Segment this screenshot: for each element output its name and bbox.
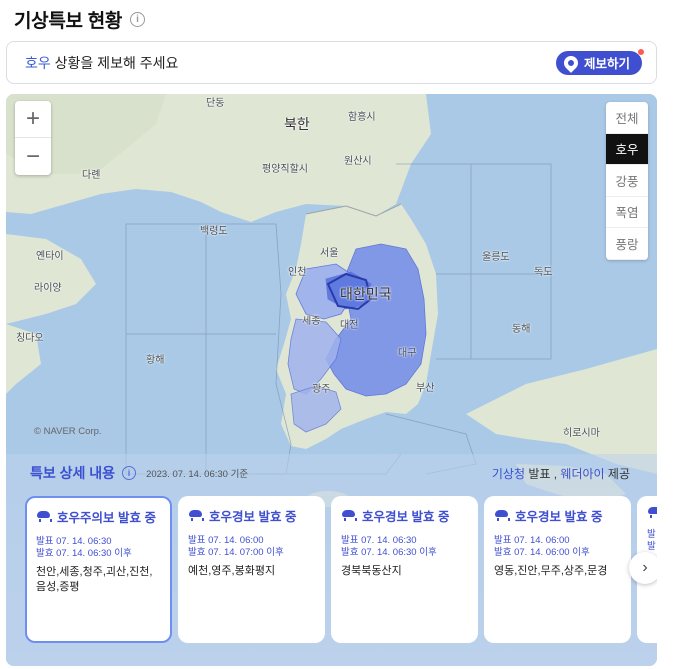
zoom-out-button[interactable]: − — [15, 138, 51, 175]
page-header: 기상특보 현황 i — [14, 6, 146, 33]
card-effective: 발효 07. 14. 06:30 이후 — [36, 548, 132, 559]
source-mid: 발표 , — [524, 466, 561, 481]
report-text: 상황을 제보해 주세요 — [50, 54, 179, 71]
chevron-right-icon[interactable]: › — [629, 552, 657, 584]
card-effective-fragment: 발 — [647, 541, 656, 552]
map-label-gwangju: 광주 — [312, 384, 331, 395]
rain-cloud-icon — [188, 509, 204, 522]
card-title-text: 호우주의보 발효 중 — [57, 511, 156, 525]
card-areas: 경북북동산지 — [341, 565, 402, 577]
card-meta: 발표 07. 14. 06:00 발효 07. 14. 06:00 이후 — [494, 535, 621, 559]
map-label-baengnyeong: 백령도 — [200, 226, 228, 237]
filter-high-seas[interactable]: 풍랑 — [606, 228, 648, 260]
map-label-ulleungdo: 울릉도 — [482, 252, 510, 263]
detail-source: 기상청 발표 , 웨더아이 제공 — [492, 465, 630, 482]
map-label-dalian: 다롄 — [82, 170, 101, 181]
map-pin-icon — [561, 52, 581, 73]
detail-panel: 특보 상세 내용 i 2023. 07. 14. 06:30 기준 기상청 발표… — [6, 454, 657, 666]
source-org[interactable]: 기상청 — [492, 467, 525, 481]
card-effective: 발효 07. 14. 07:00 이후 — [188, 547, 284, 558]
report-prompt: 호우 상황을 제보해 주세요 — [25, 53, 178, 73]
warning-card[interactable]: 호우주의보 발효 중 발표 07. 14. 06:30 발효 07. 14. 0… — [25, 496, 172, 643]
source-end: 제공 — [604, 466, 630, 481]
report-highlight: 호우 — [25, 54, 51, 71]
card-title — [647, 506, 657, 519]
map-label-qingdao: 칭다오 — [16, 333, 44, 344]
map-label-pyongyang: 평양직할시 — [262, 164, 308, 175]
warning-card[interactable]: 호우경보 발효 중 발표 07. 14. 06:00 발효 07. 14. 07… — [178, 496, 325, 643]
warning-type-filter: 전체 호우 강풍 폭염 풍랑 — [606, 102, 648, 260]
source-provider[interactable]: 웨더아이 — [560, 467, 604, 481]
card-title: 호우경보 발효 중 — [341, 506, 468, 525]
rain-cloud-icon — [647, 506, 657, 519]
filter-all[interactable]: 전체 — [606, 102, 648, 134]
card-areas: 천안,세종,청주,괴산,진천,음성,증평 — [36, 566, 153, 593]
warning-card[interactable]: 호우경보 발효 중 발표 07. 14. 06:00 발효 07. 14. 06… — [484, 496, 631, 643]
rain-cloud-icon — [341, 509, 357, 522]
map-label-wonsan: 원산시 — [344, 156, 372, 167]
notification-dot — [638, 48, 644, 55]
card-issued: 발표 07. 14. 06:00 — [188, 535, 264, 546]
map-label-dokdo: 독도 — [534, 267, 553, 278]
card-title: 호우경보 발효 중 — [188, 506, 315, 525]
map-label-bukhan: 북한 — [284, 116, 310, 132]
card-meta: 발표 07. 14. 06:00 발효 07. 14. 07:00 이후 — [188, 535, 315, 559]
card-title-text: 호우경보 발효 중 — [515, 510, 603, 524]
card-issued: 발표 07. 14. 06:30 — [341, 535, 417, 546]
card-issued: 발표 07. 14. 06:30 — [36, 536, 112, 547]
detail-date: 2023. 07. 14. 06:30 기준 — [146, 469, 249, 480]
map-label-hamheung: 함흥시 — [348, 112, 376, 123]
zoom-control: + − — [15, 101, 51, 175]
filter-heat-wave[interactable]: 폭염 — [606, 197, 648, 228]
map-copyright: © NAVER Corp. — [34, 426, 102, 437]
card-issued: 발표 07. 14. 06:00 — [494, 535, 570, 546]
warning-cards: 호우주의보 발효 중 발표 07. 14. 06:30 발효 07. 14. 0… — [25, 496, 657, 643]
detail-info-icon[interactable]: i — [122, 466, 137, 480]
rain-cloud-icon — [36, 510, 52, 523]
map-label-donghae: 동해 — [512, 324, 531, 335]
page-title: 기상특보 현황 — [14, 11, 123, 32]
report-button[interactable]: 제보하기 — [555, 48, 644, 75]
report-banner: 호우 상황을 제보해 주세요 제보하기 — [6, 41, 657, 84]
card-effective: 발효 07. 14. 06:00 이후 — [494, 547, 590, 558]
card-effective: 발효 07. 14. 06:30 이후 — [341, 547, 437, 558]
report-button-label: 제보하기 — [583, 57, 630, 71]
card-title: 호우경보 발효 중 — [494, 506, 621, 525]
map-label-laiyang: 라이양 — [34, 283, 62, 294]
card-meta: 발 발 — [647, 529, 657, 553]
card-title-text: 호우경보 발효 중 — [209, 510, 297, 524]
info-icon[interactable]: i — [130, 12, 146, 27]
map-label-sejong: 세종 — [302, 316, 321, 327]
detail-header: 특보 상세 내용 i 2023. 07. 14. 06:30 기준 기상청 발표… — [30, 463, 630, 483]
card-meta: 발표 07. 14. 06:30 발효 07. 14. 06:30 이후 — [36, 536, 161, 560]
map-label-daejeon: 대전 — [340, 320, 359, 331]
card-areas: 영동,진안,무주,상주,문경 — [494, 565, 608, 577]
card-title-text: 호우경보 발효 중 — [362, 510, 450, 524]
detail-title: 특보 상세 내용 — [30, 465, 116, 481]
weather-map[interactable]: + − 전체 호우 강풍 폭염 풍랑 단동 북한 함흥시 다롄 평양직할시 원산… — [6, 94, 657, 666]
map-label-daegu: 대구 — [398, 348, 417, 359]
card-title: 호우주의보 발효 중 — [36, 507, 161, 526]
warning-card[interactable]: 호우경보 발효 중 발표 07. 14. 06:30 발효 07. 14. 06… — [331, 496, 478, 643]
map-label-daehanminguk: 대한민국 — [340, 286, 392, 302]
filter-strong-wind[interactable]: 강풍 — [606, 165, 648, 197]
filter-heavy-rain[interactable]: 호우 — [606, 133, 648, 165]
map-label-hwanghae: 황해 — [146, 355, 165, 366]
zoom-in-button[interactable]: + — [15, 101, 51, 138]
rain-cloud-icon — [494, 509, 510, 522]
map-label-dandong: 단동 — [206, 98, 225, 109]
map-label-hiroshima: 히로시마 — [563, 428, 600, 439]
map-label-busan: 부산 — [416, 383, 435, 394]
card-issued-fragment: 발 — [647, 529, 656, 540]
map-label-incheon: 인천 — [288, 267, 307, 278]
map-label-yantai: 옌타이 — [36, 251, 64, 262]
card-areas: 예천,영주,봉화평지 — [188, 565, 276, 577]
card-meta: 발표 07. 14. 06:30 발효 07. 14. 06:30 이후 — [341, 535, 468, 559]
map-label-seoul: 서울 — [320, 248, 339, 259]
